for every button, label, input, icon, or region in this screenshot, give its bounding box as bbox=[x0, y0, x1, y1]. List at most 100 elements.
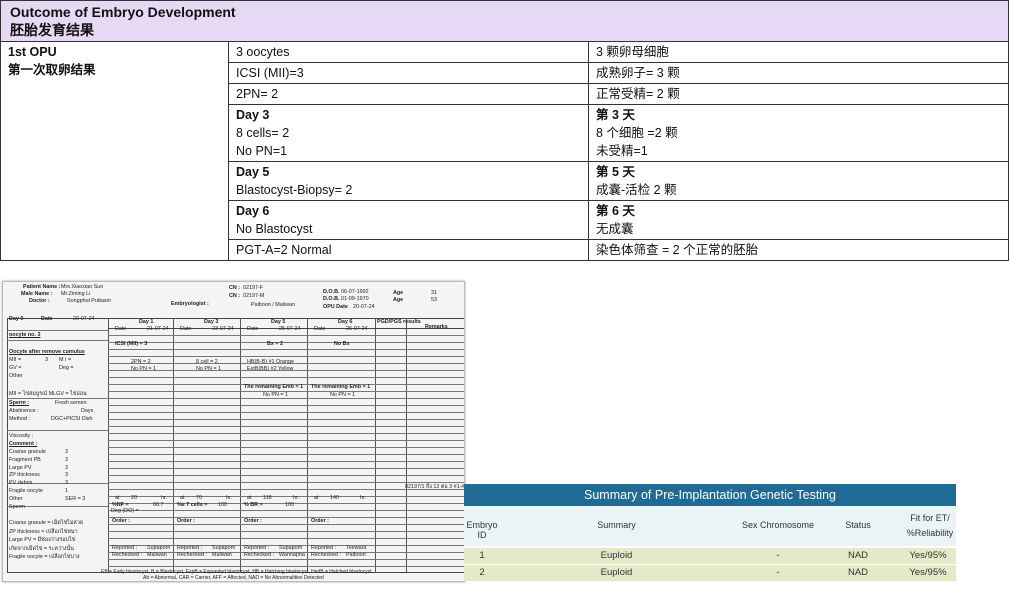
cn-label: CN : bbox=[229, 285, 241, 291]
age-label: Age bbox=[393, 297, 404, 303]
grid-hline bbox=[108, 335, 464, 336]
hours-value: 20 bbox=[131, 495, 137, 501]
comment-item-value: 3 bbox=[65, 480, 68, 487]
outcome-cell-en: 3 oocytes bbox=[228, 41, 589, 63]
rechecked-label: Rechecked : bbox=[177, 552, 207, 558]
legend-note: Fragile oocyte = เปลือกไข่บาง bbox=[9, 554, 80, 561]
day-heading: 第 3 天 bbox=[596, 108, 635, 122]
day-heading: Day 6 bbox=[236, 204, 270, 218]
embryologist-label: Embryologist : bbox=[171, 301, 209, 307]
grid-hline bbox=[108, 433, 464, 434]
grid-hline bbox=[108, 349, 464, 350]
grid-hline bbox=[108, 377, 464, 378]
grid-hline bbox=[108, 405, 464, 406]
day-result-line: ExtB(BB) #2 Yellow bbox=[247, 366, 294, 372]
outcome-cell-zh: 第 5 天 成囊-活检 2 颗 bbox=[588, 161, 1009, 201]
comment-item-value: 3 bbox=[65, 464, 68, 471]
reported-label: Reported : bbox=[311, 545, 337, 551]
at-label: at bbox=[115, 495, 120, 501]
doctor-label: Doctor : bbox=[29, 298, 50, 304]
pgt-header-row: Embryo ID Summary Sex Chromosome Status … bbox=[464, 506, 956, 546]
date-label: Date bbox=[41, 316, 53, 322]
grid-hline bbox=[108, 447, 464, 448]
comment-item-label: Other bbox=[9, 495, 23, 502]
grid-hline bbox=[108, 510, 464, 511]
outcome-text: 2PN= 2 bbox=[236, 87, 279, 101]
pgt-summary-photo: Summary of Pre-Implantation Genetic Test… bbox=[464, 484, 956, 581]
grid-hline bbox=[7, 330, 108, 331]
outcome-text: 无成囊 bbox=[596, 222, 634, 236]
hours-value: 118 bbox=[263, 495, 272, 501]
mi-label: M I = bbox=[59, 357, 72, 363]
patient-name: Mrs.Xiaoxiao Sun bbox=[61, 284, 104, 290]
grid-hline bbox=[108, 468, 464, 469]
legend-note: Coarse granule = เม็ดไข่ไม่สวย bbox=[9, 520, 84, 526]
day-column-label: Day 6 bbox=[338, 319, 353, 325]
outcome-header: Outcome of Embryo Development 胚胎发育结果 bbox=[0, 0, 1009, 42]
pgt-col-status: Status bbox=[845, 520, 871, 530]
day-result-summary: Bx = 2 bbox=[267, 341, 284, 347]
pgt-col-summary: Summary bbox=[597, 520, 636, 530]
date-label: Date bbox=[247, 326, 259, 332]
stat-value: 100 bbox=[218, 502, 227, 508]
age-label: Age bbox=[393, 290, 404, 296]
remaining-embryos: The remaining Emb = 1 bbox=[244, 384, 304, 390]
grid-hline bbox=[7, 340, 108, 341]
outcome-text: No Blastocyst bbox=[236, 222, 313, 236]
grid-hline bbox=[108, 559, 464, 560]
outcome-cell-en: Day 3 8 cells= 2 No PN=1 bbox=[228, 104, 589, 162]
outcome-text: 未受精=1 bbox=[596, 144, 648, 158]
method-value: DGC+PICSI Dish bbox=[51, 416, 93, 422]
pgd-label: PGD/PGS results bbox=[377, 319, 421, 325]
grid-hline bbox=[7, 430, 108, 431]
outcome-text: No PN=1 bbox=[236, 144, 288, 158]
sperm-row-label: Sperm bbox=[9, 504, 25, 510]
stat-value: 100 bbox=[285, 502, 294, 508]
cn-label: CN : bbox=[229, 293, 241, 299]
dob-female: 06-07-1992 bbox=[341, 289, 369, 295]
day-result-summary: ICSI (MII) = 3 bbox=[115, 341, 148, 347]
pgt-summary: Euploid bbox=[600, 567, 633, 578]
at-label: at bbox=[247, 495, 252, 501]
legend-note: เกิดจากเม็ดไข่ = ระหว่างนั้น bbox=[9, 545, 74, 552]
remarks-note: 02197/1 ถึง 12 ต่อ 3 #1-#2 bbox=[405, 484, 465, 490]
opu-cell: 1st OPU 第一次取卵结果 bbox=[0, 41, 229, 261]
day-result-line: No PN = 1 bbox=[131, 366, 157, 372]
comment-label: Comment : bbox=[9, 441, 38, 447]
day-heading: 第 5 天 bbox=[596, 165, 635, 179]
grid-hline bbox=[108, 517, 464, 518]
pgt-col-embryo-id: Embryo ID bbox=[466, 520, 498, 540]
comment-item-value: 3 bbox=[65, 449, 68, 455]
pgt-status: NAD bbox=[847, 550, 869, 561]
pgt-summary: Euploid bbox=[600, 550, 633, 561]
abstinence-label: Abstinence : bbox=[9, 408, 39, 414]
outcome-cell-zh: 3 颗卵母细胞 bbox=[588, 41, 1009, 63]
remaining-embryos: The remaining Emb = 1 bbox=[311, 384, 371, 390]
deg-label: Deg = bbox=[59, 365, 74, 371]
outcome-cell-zh: 第 6 天 无成囊 bbox=[588, 200, 1009, 240]
day-column-date: 21-07-24 bbox=[147, 326, 169, 332]
reported-by: Supaporn bbox=[279, 545, 303, 551]
opu-label-zh: 第一次取卵结果 bbox=[8, 63, 96, 77]
outcome-text: PGT-A=2 Normal bbox=[236, 243, 332, 257]
hr-label: hr. bbox=[161, 495, 167, 501]
dob-label: D.O.B. bbox=[323, 296, 340, 302]
date-label: Date bbox=[115, 326, 127, 332]
grid-hline bbox=[108, 454, 464, 455]
pgt-fit: Yes/95% bbox=[909, 567, 947, 578]
day-column-date: 25-07-24 bbox=[279, 326, 301, 332]
legend-note: ZP thickness = เปลือกไข่หนา bbox=[9, 528, 78, 535]
pgt-embryo-id: 2 bbox=[479, 567, 485, 578]
comment-item-label: ZP thickness bbox=[9, 472, 40, 479]
outcome-title-zh: 胚胎发育结果 bbox=[10, 22, 94, 38]
day-column-label: Day 5 bbox=[271, 319, 286, 325]
rechecked-label: Rechecked : bbox=[244, 552, 274, 558]
after-cumulus: Oocyte after remove cumulus bbox=[9, 349, 85, 355]
sperm-label: Sperm : bbox=[9, 400, 30, 406]
at-label: at bbox=[180, 495, 185, 501]
sperm-value: Fresh semen bbox=[55, 400, 87, 406]
comment-item-value: 3 bbox=[65, 472, 68, 479]
grid-hline bbox=[108, 440, 464, 441]
day-column-date: 26-07-24 bbox=[346, 326, 368, 332]
outcome-cell-en: Day 6 No Blastocyst bbox=[228, 200, 589, 240]
